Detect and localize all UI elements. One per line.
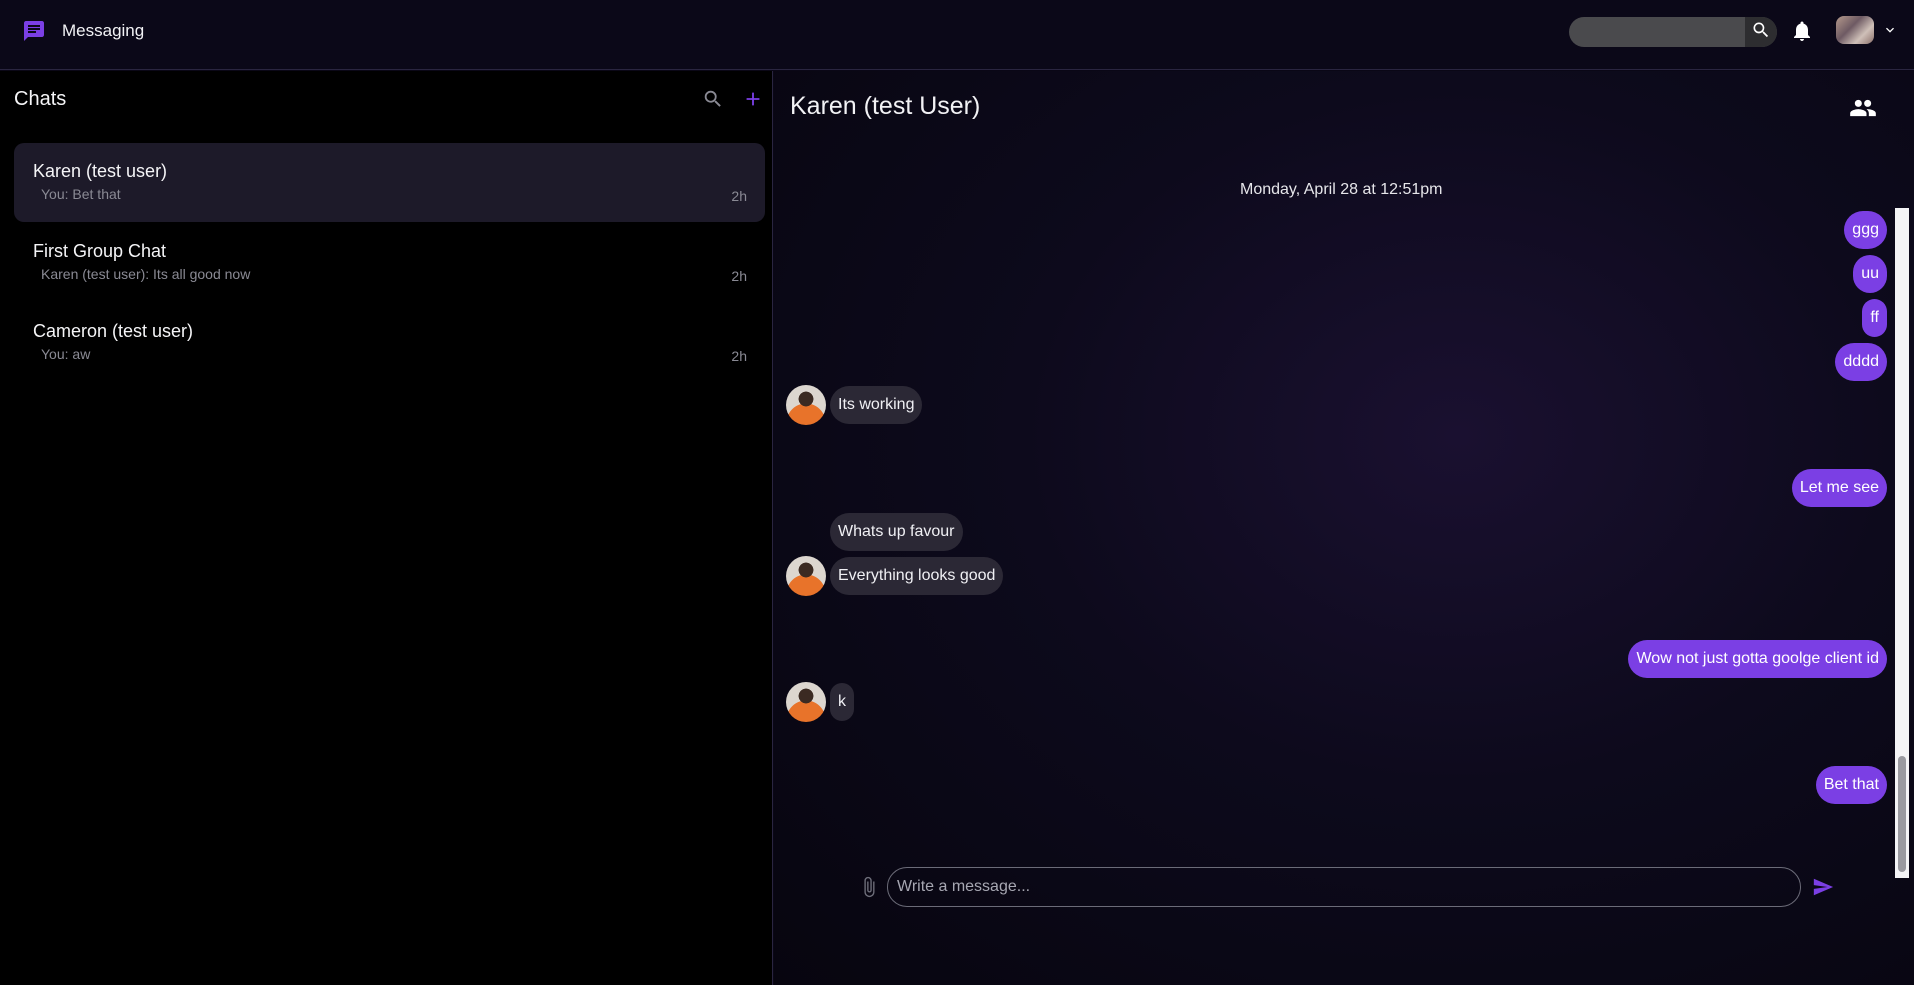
avatar[interactable]: [786, 556, 826, 596]
chat-time: 2h: [731, 348, 747, 364]
message-bubble-outgoing: ff: [1862, 299, 1887, 337]
conversation-panel: Karen (test User) Monday, April 28 at 12…: [774, 71, 1914, 985]
top-bar: Messaging: [0, 0, 1914, 70]
message-composer: [774, 867, 1914, 917]
messages-scrollbar[interactable]: [1895, 208, 1909, 878]
chat-preview: You: aw: [41, 346, 91, 362]
paperclip-icon[interactable]: [858, 876, 880, 898]
chat-time: 2h: [731, 188, 747, 204]
chat-list-item[interactable]: Cameron (test user) You: aw 2h: [14, 303, 765, 382]
app-brand[interactable]: Messaging: [22, 19, 144, 43]
chat-name: Cameron (test user): [33, 321, 194, 341]
avatar[interactable]: [786, 385, 826, 425]
chat-list-item[interactable]: First Group Chat Karen (test user): Its …: [14, 223, 765, 302]
send-icon[interactable]: [1812, 876, 1834, 898]
conversation-title: Karen (test User): [790, 92, 981, 120]
header-search-input[interactable]: [1569, 17, 1745, 47]
sidebar-title: Chats: [14, 88, 67, 110]
header-search-button[interactable]: [1745, 17, 1777, 47]
header-search[interactable]: [1569, 17, 1777, 47]
message-bubble-outgoing: Bet that: [1815, 766, 1887, 804]
scrollbar-thumb[interactable]: [1898, 756, 1906, 872]
search-icon[interactable]: [702, 88, 724, 110]
message-bubble-outgoing: ggg: [1844, 211, 1887, 249]
chat-preview: Karen (test user): Its all good now: [41, 266, 251, 282]
date-separator: Monday, April 28 at 12:51pm: [1240, 181, 1443, 198]
chevron-down-icon[interactable]: [1882, 22, 1898, 38]
app-title: Messaging: [62, 21, 145, 40]
chat-name: First Group Chat: [33, 241, 167, 261]
people-icon[interactable]: [1849, 94, 1877, 122]
chat-name: Karen (test user): [33, 161, 168, 181]
message-bubble-outgoing: dddd: [1835, 343, 1887, 381]
message-bubble-incoming: Its working: [830, 386, 923, 424]
chat-time: 2h: [731, 268, 747, 284]
avatar[interactable]: [1836, 16, 1874, 44]
message-bubble-incoming: k: [830, 683, 854, 721]
chat-list-item[interactable]: Karen (test user) You: Bet that 2h: [14, 143, 765, 222]
message-bubble-outgoing: Let me see: [1791, 469, 1887, 507]
avatar[interactable]: [786, 682, 826, 722]
chat-preview: You: Bet that: [41, 186, 121, 202]
search-icon: [1751, 20, 1771, 45]
message-bubble-incoming: Whats up favour: [830, 513, 963, 551]
bell-icon[interactable]: [1790, 19, 1814, 43]
message-input[interactable]: [887, 867, 1801, 907]
message-bubble-outgoing: uu: [1853, 255, 1887, 293]
chat-sidebar: Chats Karen (test user) You: Bet that 2h…: [0, 71, 773, 985]
message-bubble-incoming: Everything looks good: [830, 557, 1004, 595]
message-bubble-outgoing: Wow not just gotta goolge client id: [1628, 640, 1887, 678]
chat-icon: [22, 19, 46, 43]
new-chat-icon[interactable]: [742, 88, 764, 110]
